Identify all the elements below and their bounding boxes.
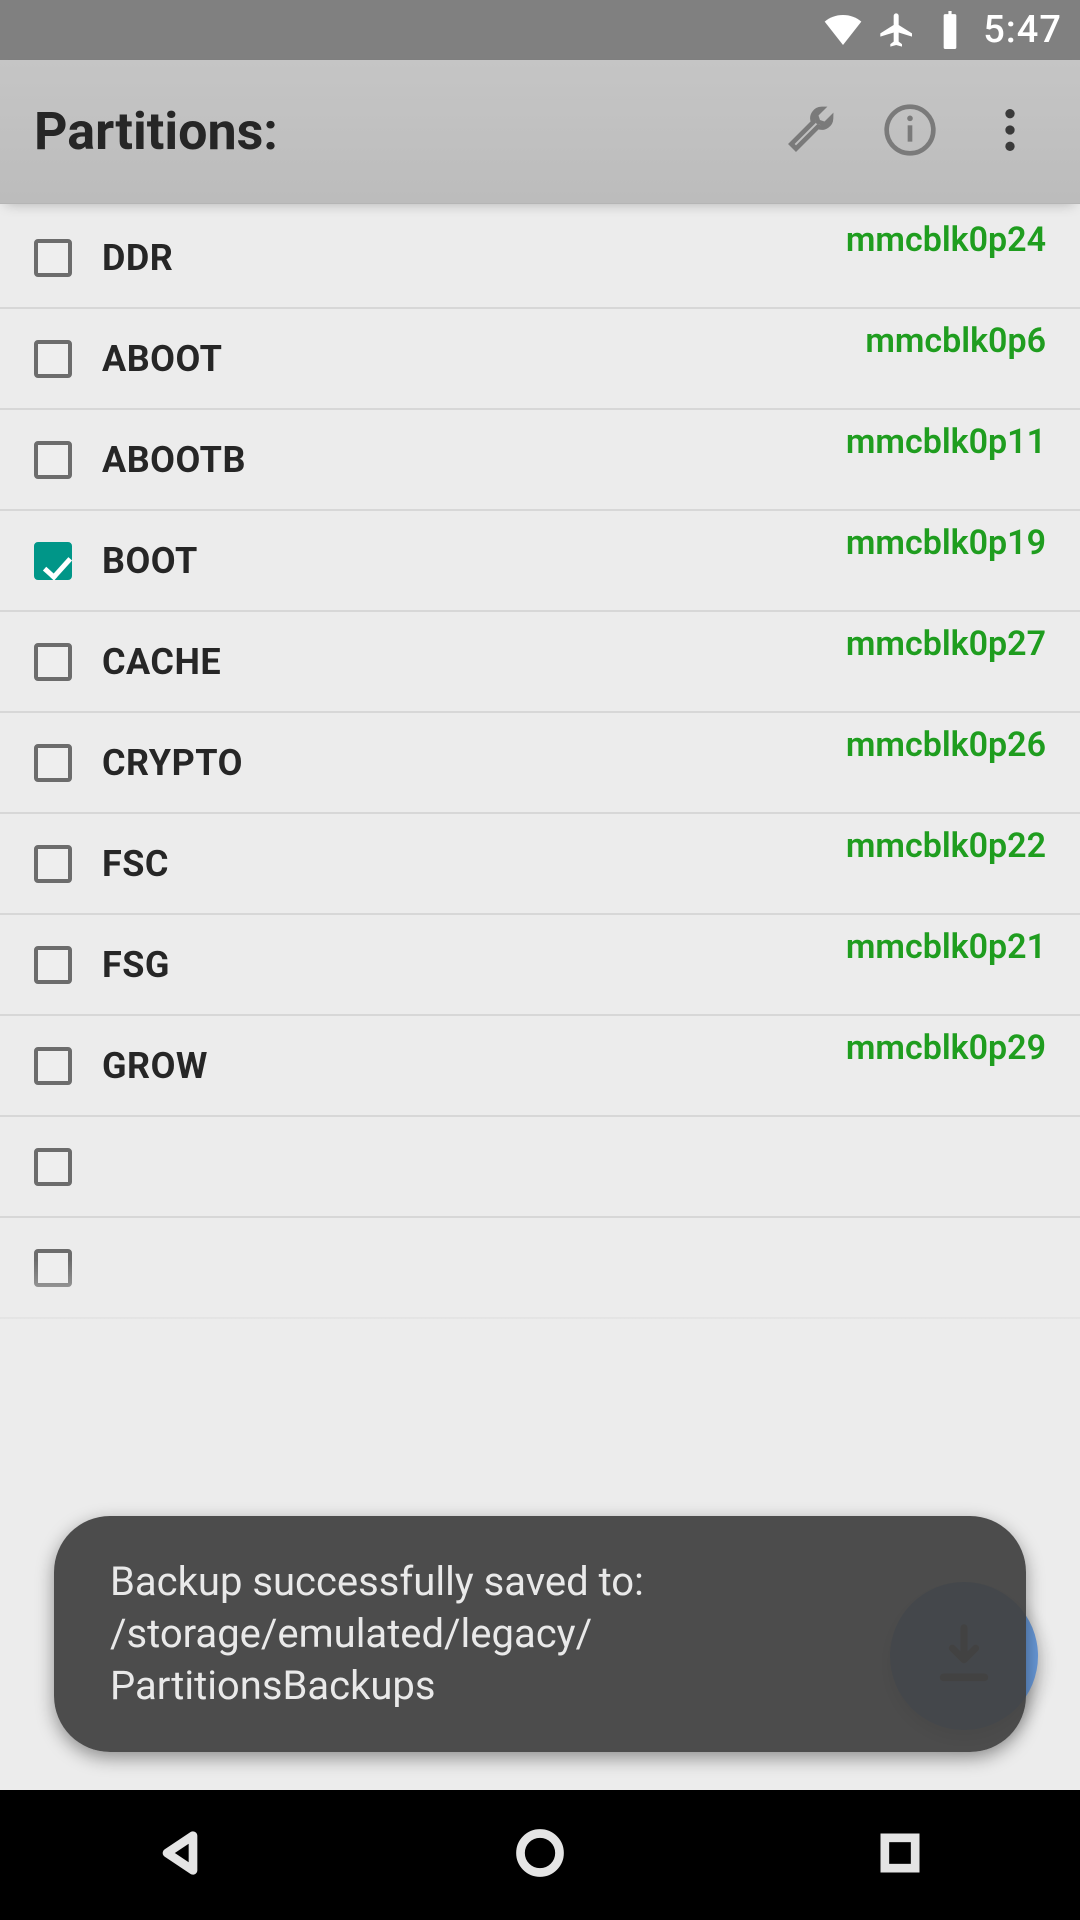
partition-checkbox[interactable] — [34, 441, 72, 479]
info-icon — [882, 102, 938, 162]
status-bar: 5:47 — [0, 0, 1080, 60]
partition-device: mmcblk0p29 — [846, 1028, 1046, 1068]
partition-device: mmcblk0p24 — [846, 220, 1046, 260]
back-button[interactable] — [154, 1827, 206, 1883]
recents-button[interactable] — [874, 1827, 926, 1883]
partition-checkbox[interactable] — [34, 1249, 72, 1287]
partition-checkbox[interactable] — [34, 845, 72, 883]
airplane-icon — [877, 10, 917, 50]
toast-line-1: Backup successfully saved to: — [110, 1556, 970, 1608]
partition-name: FSC — [102, 843, 846, 885]
wifi-icon — [823, 10, 863, 50]
partition-row[interactable]: ABOOTBmmcblk0p11 — [0, 410, 1080, 511]
toast-line-2: /storage/emulated/legacy/ — [110, 1608, 970, 1660]
tools-button[interactable] — [774, 96, 846, 168]
partition-row[interactable]: CACHEmmcblk0p27 — [0, 612, 1080, 713]
status-time: 5:47 — [983, 8, 1062, 52]
home-icon — [514, 1864, 566, 1883]
toast-line-3: PartitionsBackups — [110, 1660, 970, 1712]
partition-row[interactable] — [0, 1117, 1080, 1218]
partition-device: mmcblk0p26 — [846, 725, 1046, 765]
partition-checkbox[interactable] — [34, 643, 72, 681]
partition-checkbox[interactable] — [34, 542, 72, 580]
toast: Backup successfully saved to: /storage/e… — [54, 1516, 1026, 1752]
recents-icon — [874, 1864, 926, 1883]
partition-row[interactable]: DDRmmcblk0p24 — [0, 208, 1080, 309]
partition-checkbox[interactable] — [34, 239, 72, 277]
more-vert-icon — [982, 102, 1038, 162]
partition-row[interactable] — [0, 1218, 1080, 1319]
partition-checkbox[interactable] — [34, 744, 72, 782]
partition-row[interactable]: BOOTmmcblk0p19 — [0, 511, 1080, 612]
partition-row[interactable]: GROWmmcblk0p29 — [0, 1016, 1080, 1117]
system-nav-bar — [0, 1790, 1080, 1920]
partition-row[interactable]: CRYPTOmmcblk0p26 — [0, 713, 1080, 814]
partition-name: FSG — [102, 944, 846, 986]
partition-name: ABOOT — [102, 338, 865, 380]
partition-checkbox[interactable] — [34, 340, 72, 378]
partition-device: mmcblk0p21 — [846, 927, 1046, 967]
app-bar: Partitions: — [0, 60, 1080, 204]
partition-device: mmcblk0p22 — [846, 826, 1046, 866]
screen: 5:47 Partitions: DDRmmcblk0p24ABOOTmmcbl… — [0, 0, 1080, 1920]
partition-name: CACHE — [102, 641, 846, 683]
wrench-icon — [782, 102, 838, 162]
home-button[interactable] — [514, 1827, 566, 1883]
partition-name: DDR — [102, 237, 846, 279]
back-icon — [154, 1864, 206, 1883]
partition-name: ABOOTB — [102, 439, 846, 481]
partition-list[interactable]: DDRmmcblk0p24ABOOTmmcblk0p6ABOOTBmmcblk0… — [0, 204, 1080, 1350]
battery-icon — [931, 11, 969, 49]
partition-checkbox[interactable] — [34, 946, 72, 984]
partition-row[interactable]: ABOOTmmcblk0p6 — [0, 309, 1080, 410]
partition-device: mmcblk0p27 — [846, 624, 1046, 664]
partition-row[interactable]: FSGmmcblk0p21 — [0, 915, 1080, 1016]
partition-device: mmcblk0p11 — [846, 422, 1046, 462]
info-button[interactable] — [874, 96, 946, 168]
partition-name: CRYPTO — [102, 742, 846, 784]
page-title: Partitions: — [34, 101, 746, 162]
partition-device: mmcblk0p19 — [846, 523, 1046, 563]
partition-name: GROW — [102, 1045, 846, 1087]
overflow-menu-button[interactable] — [974, 96, 1046, 168]
partition-checkbox[interactable] — [34, 1047, 72, 1085]
partition-name: BOOT — [102, 540, 846, 582]
partition-device: mmcblk0p6 — [865, 321, 1046, 361]
partition-row[interactable]: FSCmmcblk0p22 — [0, 814, 1080, 915]
partition-checkbox[interactable] — [34, 1148, 72, 1186]
